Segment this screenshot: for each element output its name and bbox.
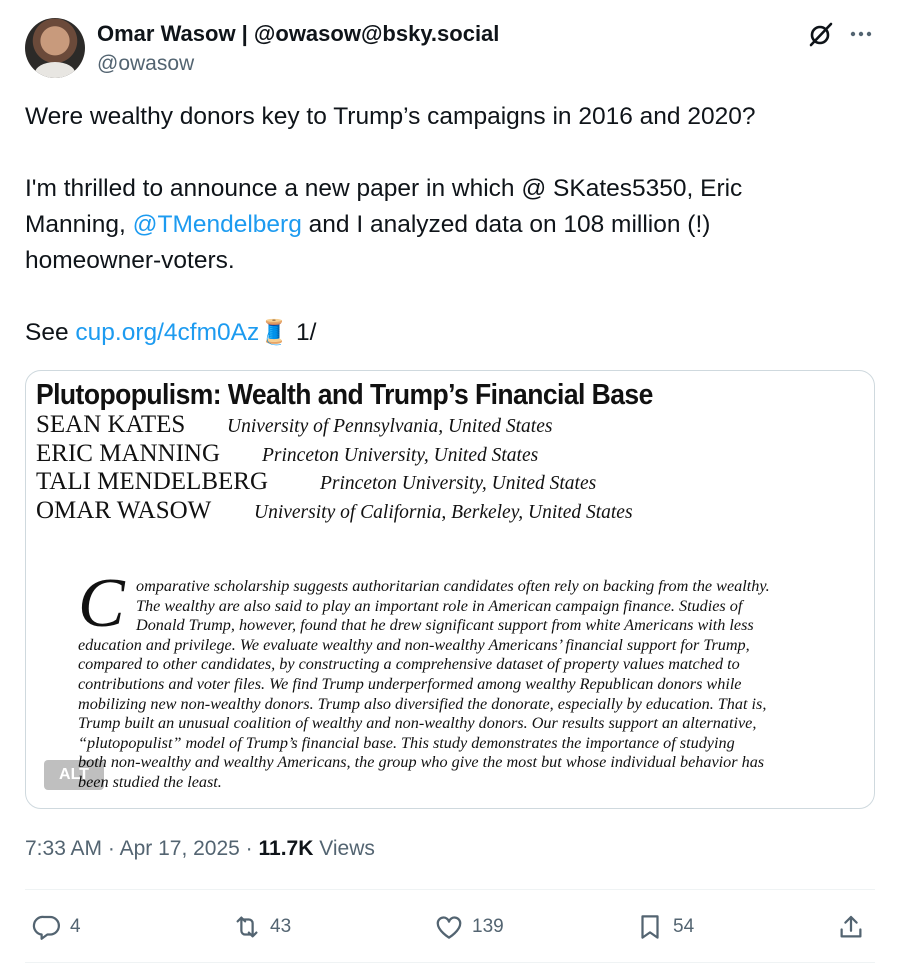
paper-affiliation-4: University of California, Berkeley, Unit…: [254, 502, 633, 523]
author-display-name[interactable]: Omar Wasow | @owasow@bsky.social: [97, 21, 499, 47]
tweet-text: Were wealthy donors key to Trump’s campa…: [25, 99, 865, 351]
like-icon: [436, 916, 462, 939]
meta-separator: ·: [239, 837, 259, 860]
abstract-line: compared to other candidates, by constru…: [78, 655, 740, 674]
tweet-meta: 7:33 AM · Apr 17, 2025 · 11.7K Views: [25, 837, 375, 861]
repost-button[interactable]: 43: [232, 911, 291, 943]
tweet-time[interactable]: 7:33 AM: [25, 837, 102, 860]
tweet-line-1: Were wealthy donors key to Trump’s campa…: [25, 103, 756, 130]
share-icon: [840, 915, 862, 938]
abstract-line: mobilizing new non-wealthy donors. Trump…: [78, 694, 767, 713]
tweet-line-5: See cup.org/4cfm0Az🧵 1/: [25, 315, 865, 351]
share-button[interactable]: [836, 911, 866, 943]
more-icon[interactable]: [847, 20, 875, 48]
paper-affiliation-3: Princeton University, United States: [320, 473, 597, 494]
abstract-line: “plutopopulist” model of Trump’s financi…: [78, 733, 735, 752]
see-label: See: [25, 319, 76, 346]
tweet-date[interactable]: Apr 17, 2025: [120, 837, 240, 860]
paper-title: Plutopopulism: Wealth and Trump’s Financ…: [36, 379, 653, 411]
abstract-line: Trump built an unusual coalition of weal…: [78, 714, 757, 733]
views-label: Views: [313, 837, 375, 860]
repost-count: 43: [270, 916, 292, 937]
repost-icon: [236, 916, 258, 938]
abstract-line: contributions and voter files. We find T…: [78, 674, 742, 693]
bookmark-count: 54: [673, 916, 695, 937]
abstract-line: been studied the least.: [78, 772, 222, 791]
thread-count: 1/: [289, 319, 317, 346]
abstract-line: Donald Trump, however, found that he dre…: [136, 616, 754, 635]
tweet-line-3-start: Manning,: [25, 211, 133, 238]
tweet-line-4: homeowner-voters.: [25, 247, 235, 274]
paper-author-4: OMAR WASOW: [36, 497, 212, 524]
paper-affiliation-1: University of Pennsylvania, United State…: [227, 416, 553, 437]
abstract-line: The wealthy are also said to play an imp…: [136, 596, 743, 615]
abstract-line: both non-wealthy and wealthy Americans, …: [78, 753, 765, 772]
paper-author-3: TALI MENDELBERG: [36, 468, 268, 495]
paper-link[interactable]: cup.org/4cfm0Az: [75, 319, 259, 346]
tweet-line-3-end: and I analyzed data on 108 million (!): [301, 211, 711, 238]
tweet-line-3: Manning, @TMendelberg and I analyzed dat…: [25, 207, 865, 243]
paper-affiliation-2: Princeton University, United States: [262, 445, 539, 466]
abstract-line: omparative scholarship suggests authorit…: [136, 577, 770, 595]
grok-icon[interactable]: [807, 20, 835, 48]
abstract-line: education and privilege. We evaluate wea…: [78, 635, 750, 654]
like-button[interactable]: 139: [434, 911, 504, 943]
alt-badge[interactable]: ALT: [44, 760, 104, 790]
avatar[interactable]: [25, 18, 85, 78]
bookmark-button[interactable]: 54: [635, 911, 694, 943]
tweet-line-2: I'm thrilled to announce a new paper in …: [25, 175, 743, 202]
mention-link[interactable]: @TMendelberg: [133, 211, 302, 238]
meta-separator: ·: [102, 837, 120, 860]
avatar-shirt: [35, 62, 75, 78]
media-card[interactable]: Plutopopulism: Wealth and Trump’s Financ…: [25, 370, 875, 809]
author-handle[interactable]: @owasow: [97, 52, 194, 76]
reply-button[interactable]: 4: [32, 911, 81, 943]
paper-author-1: SEAN KATES: [36, 411, 186, 438]
paper-abstract: C omparative scholarship suggests author…: [78, 569, 862, 793]
divider: [25, 889, 875, 890]
thread-emoji: 🧵: [259, 319, 290, 346]
reply-icon: [32, 915, 60, 940]
paper-author-2: ERIC MANNING: [36, 440, 221, 467]
reply-count: 4: [70, 916, 81, 937]
bookmark-icon: [641, 915, 659, 939]
like-count: 139: [472, 916, 504, 937]
abstract-dropcap: C: [78, 565, 125, 642]
views-count: 11.7K: [258, 837, 314, 860]
